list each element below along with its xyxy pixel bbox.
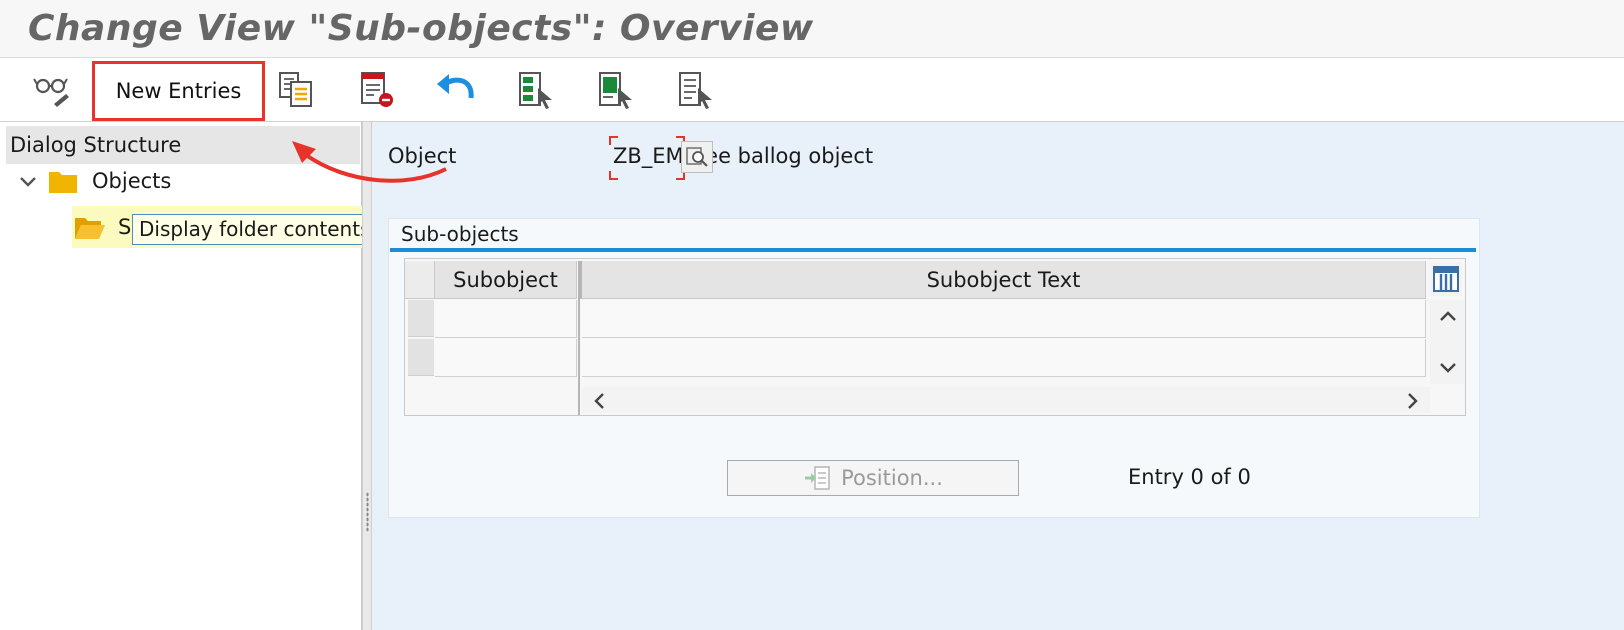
chevron-down-icon[interactable] <box>18 171 38 191</box>
title-bar: Change View "Sub-objects": Overview <box>0 0 1624 58</box>
column-header-subobject[interactable]: Subobject <box>435 261 577 299</box>
scroll-left-icon[interactable] <box>592 392 606 415</box>
focus-corner <box>609 171 618 180</box>
undo-button[interactable] <box>432 64 480 116</box>
horizontal-scrollbar[interactable] <box>582 387 1430 413</box>
deselect-all-button[interactable] <box>672 64 720 116</box>
object-field[interactable]: ZB_EM <box>609 136 685 180</box>
panel-splitter[interactable] <box>362 122 372 630</box>
table-cell-subobject-text[interactable] <box>582 339 1426 377</box>
delete-button[interactable] <box>352 64 400 116</box>
splitter-grip[interactable] <box>366 492 369 532</box>
select-block-button[interactable] <box>592 64 640 116</box>
deselect-all-icon <box>679 72 712 109</box>
glasses-pencil-icon <box>33 78 69 107</box>
scroll-up-icon[interactable] <box>1439 306 1457 328</box>
copy-as-icon <box>279 72 312 107</box>
focus-corner <box>609 136 618 145</box>
row-selector[interactable] <box>408 339 434 376</box>
select-all-icon <box>519 72 552 109</box>
annotation-arrow-icon <box>292 141 447 183</box>
table-cell-subobject[interactable] <box>435 300 577 338</box>
table-cell-subobject-text[interactable] <box>582 300 1426 338</box>
select-block-icon <box>599 72 632 109</box>
row-selector[interactable] <box>408 300 434 337</box>
position-label: Position... <box>841 466 943 490</box>
undo-icon <box>437 74 474 99</box>
tree-item-label: S <box>118 215 132 239</box>
select-all-button[interactable] <box>512 64 560 116</box>
value-help-button[interactable] <box>681 141 713 173</box>
search-icon <box>686 147 708 167</box>
select-all-rows-cell[interactable] <box>405 261 435 299</box>
column-settings-button[interactable] <box>1430 262 1462 296</box>
page-title: Change View "Sub-objects": Overview <box>28 8 814 49</box>
object-description: Employee ballog object <box>685 144 874 168</box>
scroll-down-icon[interactable] <box>1439 358 1457 380</box>
delete-icon <box>361 72 393 107</box>
open-folder-icon <box>75 218 105 239</box>
tree-item-objects[interactable]: Objects <box>18 164 171 198</box>
table-cell-subobject[interactable] <box>435 339 577 377</box>
object-text-wrap: Employee ballog object <box>685 144 975 174</box>
group-title-underline <box>390 248 1476 252</box>
display-change-button[interactable] <box>28 64 76 116</box>
copy-as-button[interactable] <box>272 64 320 116</box>
application-toolbar: New Entries <box>0 58 1624 122</box>
group-title: Sub-objects <box>401 222 519 246</box>
position-button[interactable]: Position... <box>727 460 1019 496</box>
entry-count: Entry 0 of 0 <box>1128 465 1251 489</box>
new-entries-button[interactable]: New Entries <box>92 61 265 121</box>
position-icon <box>805 466 830 490</box>
column-divider <box>578 261 580 415</box>
folder-icon <box>49 172 77 193</box>
table-settings-icon <box>1433 266 1459 292</box>
tree-item-label: Objects <box>92 169 172 193</box>
column-header-subobject-text[interactable]: Subobject Text <box>580 261 1426 299</box>
dialog-structure-panel: Dialog Structure <box>0 122 362 630</box>
folder-tooltip: Display folder contents <box>132 214 378 245</box>
object-value: ZB_EM <box>613 144 684 168</box>
vertical-scrollbar[interactable] <box>1430 300 1464 384</box>
scroll-right-icon[interactable] <box>1406 392 1420 415</box>
